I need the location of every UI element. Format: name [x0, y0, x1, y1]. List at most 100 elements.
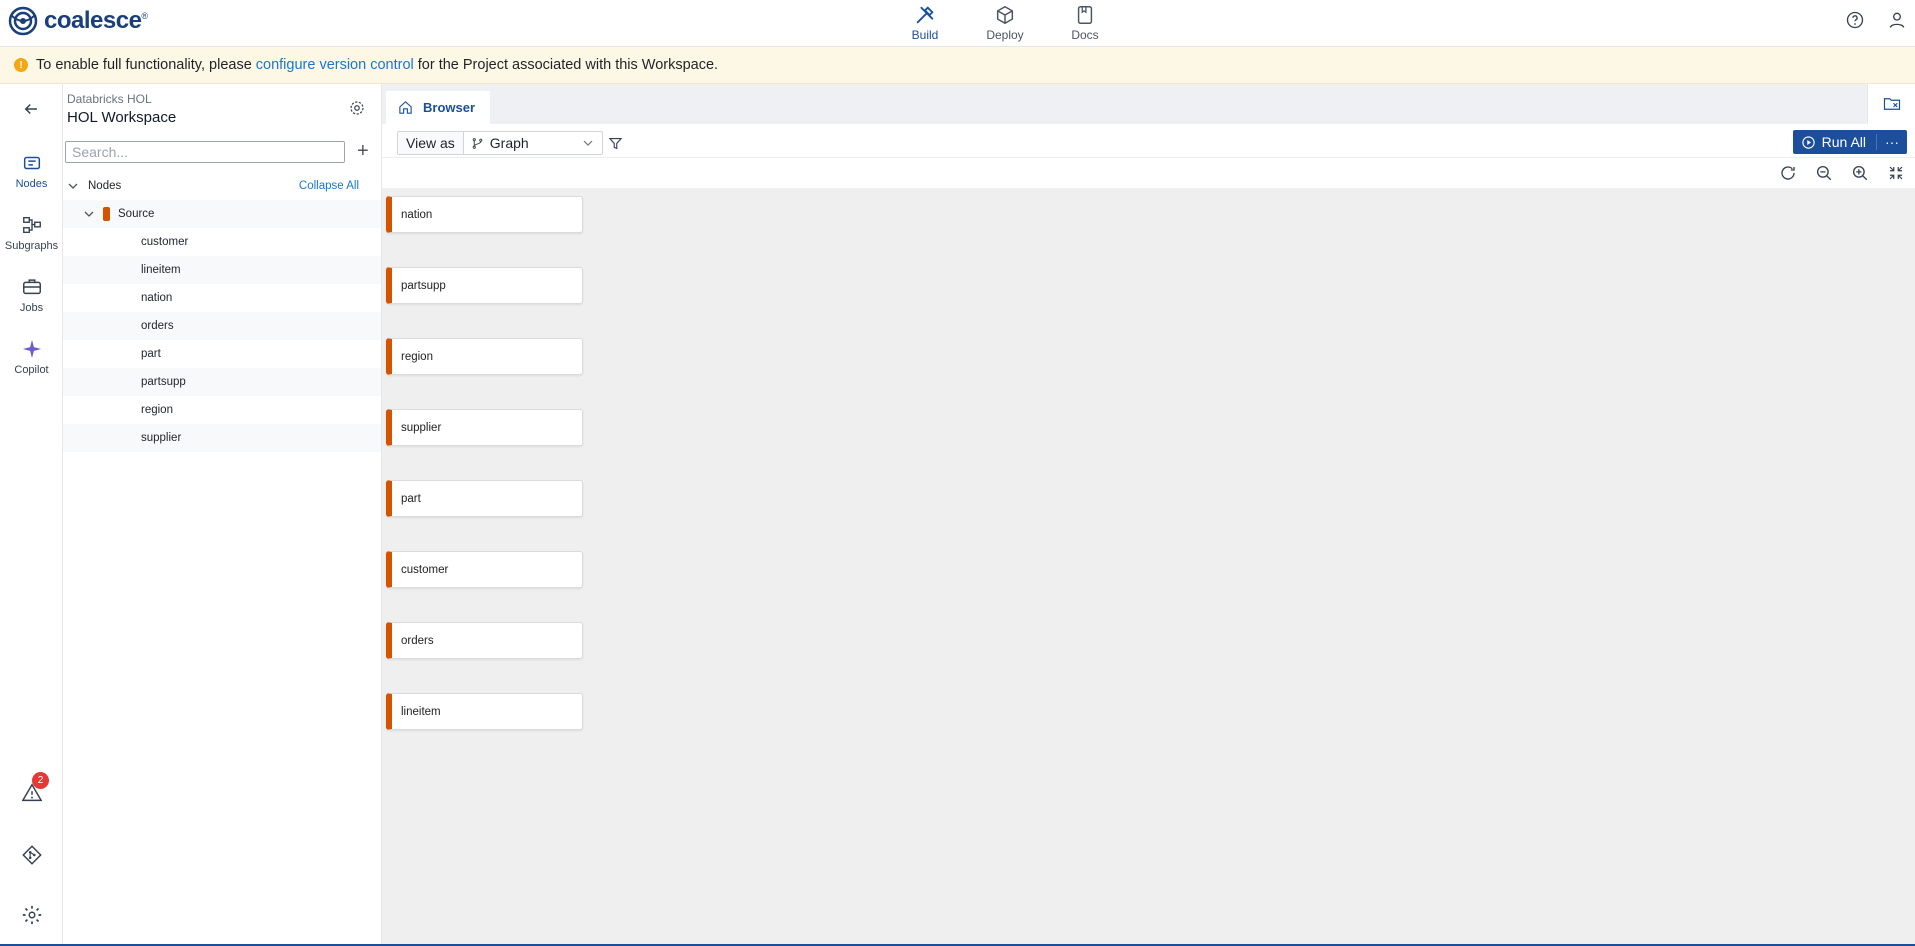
zoom-out-icon[interactable]	[1815, 164, 1833, 182]
project-name: Databricks HOL	[67, 92, 152, 106]
graph-node-nation[interactable]: nation	[386, 196, 583, 233]
tree-item-label: orders	[141, 320, 174, 332]
jobs-icon	[22, 279, 41, 295]
subgraphs-icon	[22, 216, 41, 234]
build-icon	[916, 6, 934, 24]
source-group-label: Source	[118, 208, 155, 220]
run-all-button[interactable]: Run All	[1793, 134, 1877, 150]
tree-item-part[interactable]: part	[63, 340, 381, 368]
graph-canvas[interactable]: nation partsupp region supplier part customer…	[382, 188, 1915, 946]
tree-item-label: customer	[141, 236, 189, 248]
rail-nodes[interactable]: Nodes	[0, 152, 63, 190]
nav-deploy-label: Deploy	[986, 28, 1024, 42]
graph-node-part[interactable]: part	[386, 480, 583, 517]
top-right-actions	[1845, 10, 1907, 30]
rail-copilot[interactable]: Copilot	[0, 338, 63, 376]
rail-subgraphs[interactable]: Subgraphs	[0, 214, 63, 252]
nodes-icon	[23, 156, 40, 170]
rail-nodes-label: Nodes	[15, 178, 48, 190]
tree-item-region[interactable]: region	[63, 396, 381, 424]
run-options-button[interactable]: ···	[1877, 134, 1907, 150]
graph-node-region[interactable]: region	[386, 338, 583, 375]
graph-node-orders[interactable]: orders	[386, 622, 583, 659]
tree-source-group[interactable]: Source	[63, 200, 381, 228]
version-control-banner: ! To enable full functionality, please c…	[0, 47, 1915, 84]
warning-icon: !	[14, 58, 28, 72]
tree-item-label: supplier	[141, 432, 182, 444]
problems-badge: 2	[32, 772, 49, 789]
zoom-in-icon[interactable]	[1851, 164, 1869, 182]
tree-item-label: part	[141, 348, 161, 360]
rail-git[interactable]	[0, 844, 63, 870]
nav-docs-label: Docs	[1071, 28, 1099, 42]
collapse-all-button[interactable]: Collapse All	[299, 180, 359, 192]
fit-view-icon[interactable]	[1887, 164, 1905, 182]
source-color-chip	[103, 207, 110, 221]
settings-gear-icon	[22, 905, 41, 925]
tab-browser-label: Browser	[423, 100, 476, 115]
logo-text: coalesce®	[44, 7, 148, 34]
graph-node-partsupp[interactable]: partsupp	[386, 267, 583, 304]
top-bar: coalesce® Build Deploy Docs	[0, 0, 1915, 47]
tree-item-label: nation	[141, 292, 173, 304]
graph-node-lineitem[interactable]: lineitem	[386, 693, 583, 730]
back-arrow-icon[interactable]	[22, 100, 40, 118]
tree-item-partsupp[interactable]: partsupp	[63, 368, 381, 396]
tree-item-nation[interactable]: nation	[63, 284, 381, 312]
run-all-button-group: Run All ···	[1792, 130, 1907, 154]
chevron-down-icon	[84, 211, 94, 217]
rail-settings[interactable]	[0, 904, 63, 930]
search-input[interactable]	[65, 141, 345, 163]
tree-item-supplier[interactable]: supplier	[63, 424, 381, 452]
tree-item-lineitem[interactable]: lineitem	[63, 256, 381, 284]
nav-build[interactable]: Build	[885, 0, 965, 47]
main-panel: Browser View as Graph Run All ··· nation…	[382, 84, 1915, 946]
canvas-tools	[382, 158, 1915, 188]
rail-jobs-label: Jobs	[19, 302, 44, 314]
tree-item-label: region	[141, 404, 173, 416]
rail-copilot-label: Copilot	[14, 364, 49, 376]
chevron-down-icon	[68, 183, 78, 189]
run-all-label: Run All	[1821, 134, 1866, 150]
graph-toolbar: View as Graph Run All ···	[382, 124, 1915, 158]
nav-deploy[interactable]: Deploy	[965, 0, 1045, 47]
workspace-settings-icon[interactable]	[348, 99, 366, 117]
nav-docs[interactable]: Docs	[1045, 0, 1125, 47]
tabs-strip: Browser	[382, 84, 1915, 124]
play-circle-icon	[1801, 135, 1815, 149]
tree-nodes-header[interactable]: Nodes Collapse All	[63, 172, 381, 200]
view-mode-value: Graph	[489, 135, 529, 151]
tab-browser[interactable]: Browser	[386, 91, 490, 124]
view-mode-select[interactable]: Graph	[464, 132, 602, 154]
folder-toggle-button[interactable]	[1867, 84, 1915, 124]
tree-item-customer[interactable]: customer	[63, 228, 381, 256]
filter-icon[interactable]	[608, 136, 623, 151]
chevron-down-icon	[583, 140, 593, 146]
tree-item-label: lineitem	[141, 264, 181, 276]
rail-jobs[interactable]: Jobs	[0, 276, 63, 314]
home-icon	[399, 101, 412, 114]
nodes-sidebar: Databricks HOL HOL Workspace + Nodes Col…	[24, 84, 382, 946]
git-icon	[21, 845, 42, 865]
banner-suffix: for the Project associated with this Wor…	[417, 57, 719, 73]
copilot-icon	[22, 339, 41, 359]
nodes-header-label: Nodes	[88, 180, 122, 192]
coalesce-logo[interactable]: coalesce®	[8, 6, 148, 36]
refresh-icon[interactable]	[1779, 164, 1797, 182]
folder-x-icon	[1883, 98, 1900, 110]
user-icon[interactable]	[1887, 10, 1907, 30]
left-rail: Nodes Subgraphs Jobs Copilot 2	[0, 84, 63, 946]
docs-icon	[1077, 6, 1093, 24]
graph-node-supplier[interactable]: supplier	[386, 409, 583, 446]
banner-prefix: To enable full functionality, please	[36, 57, 252, 73]
tree-item-orders[interactable]: orders	[63, 312, 381, 340]
add-node-button[interactable]: +	[357, 141, 369, 161]
tree-item-label: partsupp	[141, 376, 186, 388]
graph-branch-icon	[472, 137, 483, 149]
graph-node-customer[interactable]: customer	[386, 551, 583, 588]
help-icon[interactable]	[1845, 10, 1865, 30]
configure-version-control-link[interactable]: configure version control	[256, 57, 414, 73]
coalesce-logo-icon	[8, 6, 38, 36]
view-as-control: View as Graph	[397, 131, 603, 155]
rail-problems[interactable]: 2	[0, 772, 63, 808]
